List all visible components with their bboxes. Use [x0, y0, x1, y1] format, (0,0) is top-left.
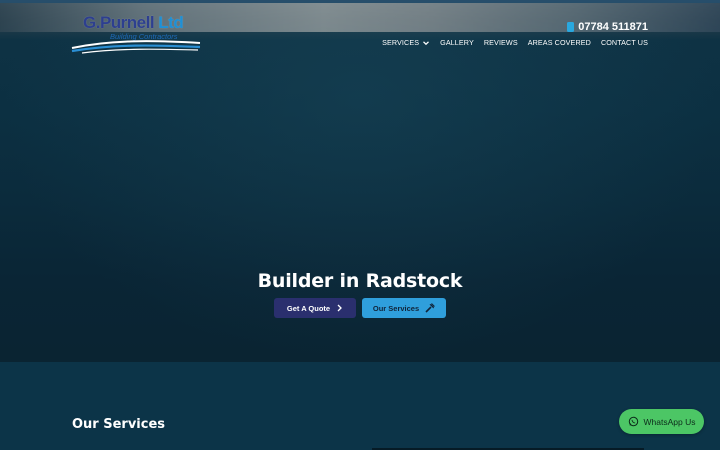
our-services-button[interactable]: Our Services — [362, 298, 446, 318]
nav-item-label: SERVICES — [382, 38, 420, 47]
logo-text: G.Purnell Ltd — [83, 13, 184, 32]
chevron-down-icon — [423, 40, 430, 45]
nav-item-label: GALLERY — [440, 38, 474, 47]
whatsapp-icon — [628, 416, 638, 427]
phone-number: 07784 511871 — [578, 21, 648, 33]
logo-swoosh-icon — [71, 40, 201, 54]
services-title: Our Services — [72, 417, 166, 432]
nav-item-services[interactable]: SERVICES — [382, 38, 430, 47]
main-nav: SERVICES GALLERY REVIEWS AREAS COVERED C… — [382, 38, 648, 47]
our-services-label: Our Services — [372, 303, 420, 313]
get-a-quote-button[interactable]: Get A Quote — [274, 298, 356, 318]
whatsapp-button[interactable]: WhatsApp Us — [619, 409, 704, 434]
nav-item-label: CONTACT US — [600, 38, 648, 47]
hammer-icon — [425, 303, 435, 313]
nav-item-areas-covered[interactable]: AREAS COVERED — [528, 38, 591, 47]
nav-item-contact-us[interactable]: CONTACT US — [601, 38, 648, 47]
phone-icon — [567, 22, 575, 32]
nav-item-reviews[interactable]: REVIEWS — [484, 38, 518, 47]
site-logo[interactable]: G.Purnell Ltd Building Contractors — [70, 12, 202, 56]
chevron-right-icon — [337, 304, 343, 312]
services-section: Our Services — [0, 362, 720, 450]
phone-link[interactable]: 07784 511871 — [567, 21, 648, 33]
nav-item-label: AREAS COVERED — [527, 38, 591, 47]
nav-item-label: REVIEWS — [483, 38, 518, 47]
nav-item-gallery[interactable]: GALLERY — [440, 38, 474, 47]
hero-background — [0, 32, 720, 362]
hero-title: Builder in Radstock — [257, 270, 463, 292]
hero-section: G.Purnell Ltd Building Contractors 07784… — [0, 0, 720, 362]
whatsapp-label: WhatsApp Us — [643, 416, 696, 427]
get-a-quote-label: Get A Quote — [286, 303, 331, 313]
